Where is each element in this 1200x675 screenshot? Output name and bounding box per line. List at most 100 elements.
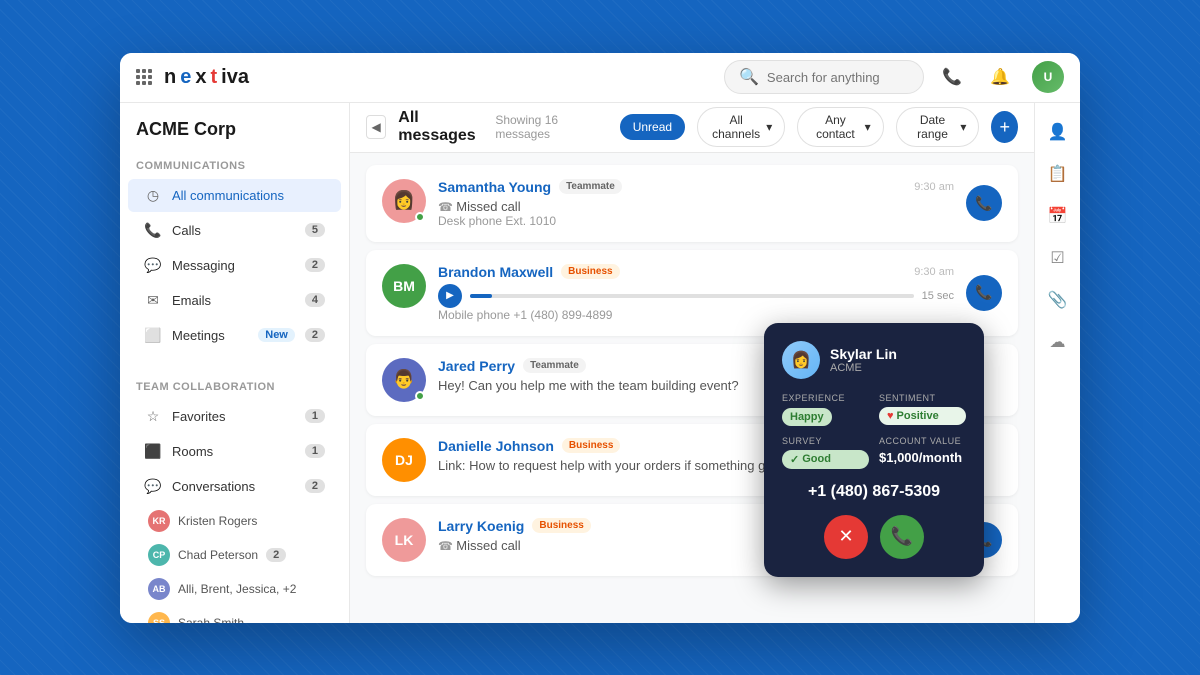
sidebar-item-meetings[interactable]: ⬜ Meetings New 2: [128, 319, 341, 352]
bell-icon[interactable]: 🔔: [984, 61, 1016, 93]
sub-sarah[interactable]: SS Sarah Smith: [120, 606, 349, 623]
communications-label: Communications: [120, 148, 349, 178]
samantha-name: Samantha Young: [438, 179, 551, 195]
popup-company: ACME: [830, 362, 897, 374]
right-sidebar: 👤 📋 📅 ☑ 📎 ☁: [1034, 103, 1080, 623]
samantha-time: 9:30 am: [914, 181, 954, 193]
sub-chad[interactable]: CP Chad Peterson 2: [120, 538, 349, 572]
brandon-initials: BM: [393, 278, 415, 294]
progress-bar[interactable]: [470, 294, 914, 298]
experience-cell: EXPERIENCE Happy: [782, 393, 869, 426]
meetings-icon: ⬜: [144, 327, 162, 344]
search-input[interactable]: [767, 70, 909, 85]
phone-icon[interactable]: 📞: [936, 61, 968, 93]
conversations-label: Conversations: [172, 479, 295, 494]
all-comms-icon: ◷: [144, 187, 162, 204]
message-card-samantha[interactable]: 👩 Samantha Young Teammate 9:30 am ☎ Miss…: [366, 165, 1018, 242]
top-nav: nextiva 🔍 📞 🔔 U: [120, 53, 1080, 103]
brandon-body: Brandon Maxwell Business 9:30 am ▶ 15 se…: [438, 264, 954, 322]
kristen-avatar: KR: [148, 510, 170, 532]
popup-phone: +1 (480) 867-5309: [782, 483, 966, 501]
samantha-line1: ☎ Missed call: [438, 199, 954, 214]
accept-btn[interactable]: 📞: [880, 515, 924, 559]
unread-filter-btn[interactable]: Unread: [620, 114, 685, 140]
popup-grid: EXPERIENCE Happy SENTIMENT ♥ Positive SU…: [782, 393, 966, 469]
popup-header: 👩 Skylar Lin ACME: [782, 341, 966, 379]
search-bar[interactable]: 🔍: [724, 60, 924, 94]
main-body: ACME Corp Communications ◷ All communica…: [120, 103, 1080, 623]
conversations-icon: 💬: [144, 478, 162, 495]
content-subtitle: Showing 16 messages: [495, 113, 595, 141]
grid-menu-icon[interactable]: [136, 69, 152, 85]
channels-chevron-icon: ▾: [766, 120, 772, 134]
right-icon-clipboard[interactable]: 📋: [1041, 157, 1075, 191]
channels-filter-btn[interactable]: All channels ▾: [697, 107, 785, 147]
add-button[interactable]: +: [991, 111, 1018, 143]
sidebar-item-emails[interactable]: ✉ Emails 4: [128, 284, 341, 317]
brandon-time: 9:30 am: [914, 266, 954, 278]
larry-initials: LK: [395, 532, 414, 548]
sidebar-item-calls[interactable]: 📞 Calls 5: [128, 214, 341, 247]
vm-duration: 15 sec: [922, 290, 954, 302]
contact-filter-btn[interactable]: Any contact ▾: [797, 107, 883, 147]
date-chevron-icon: ▾: [960, 120, 966, 134]
kristen-label: Kristen Rogers: [178, 514, 257, 528]
date-filter-btn[interactable]: Date range ▾: [896, 107, 980, 147]
calls-badge: 5: [305, 223, 325, 237]
sidebar-item-conversations[interactable]: 💬 Conversations 2: [128, 470, 341, 503]
play-btn[interactable]: ▶: [438, 284, 462, 308]
samantha-tag: Teammate: [559, 179, 622, 194]
brandon-tag: Business: [561, 264, 619, 279]
chad-label: Chad Peterson: [178, 548, 258, 562]
survey-value: ✓ Good: [782, 450, 869, 469]
sidebar: ACME Corp Communications ◷ All communica…: [120, 103, 350, 623]
accept-icon: 📞: [891, 526, 913, 547]
sarah-label: Sarah Smith: [178, 616, 244, 623]
sidebar-item-favorites[interactable]: ☆ Favorites 1: [128, 400, 341, 433]
right-icon-checklist[interactable]: ☑: [1041, 241, 1075, 275]
check-icon: ✓: [790, 453, 799, 466]
larry-name: Larry Koenig: [438, 518, 524, 534]
sidebar-header: ACME Corp: [120, 103, 349, 148]
right-icon-cloud[interactable]: ☁: [1041, 325, 1075, 359]
survey-label: SURVEY: [782, 436, 869, 446]
messaging-label: Messaging: [172, 258, 295, 273]
larry-call-icon: ☎: [438, 539, 456, 553]
experience-label: EXPERIENCE: [782, 393, 869, 403]
brandon-call-btn[interactable]: 📞: [966, 275, 1002, 311]
team-label: Team collaboration: [120, 369, 349, 399]
sidebar-item-rooms[interactable]: ⬛ Rooms 1: [128, 435, 341, 468]
decline-icon: ✕: [838, 526, 853, 547]
account-cell: ACCOUNT VALUE $1,000/month: [879, 436, 966, 469]
favorites-label: Favorites: [172, 409, 295, 424]
right-icon-calendar[interactable]: 📅: [1041, 199, 1075, 233]
toggle-sidebar-btn[interactable]: ◀: [366, 115, 386, 139]
brandon-name: Brandon Maxwell: [438, 264, 553, 280]
content-area: ◀ All messages Showing 16 messages Unrea…: [350, 103, 1034, 623]
sentiment-label: SENTIMENT: [879, 393, 966, 403]
sidebar-item-messaging[interactable]: 💬 Messaging 2: [128, 249, 341, 282]
samantha-call-btn[interactable]: 📞: [966, 185, 1002, 221]
decline-btn[interactable]: ✕: [824, 515, 868, 559]
all-comms-label: All communications: [172, 188, 325, 203]
right-icon-paperclip[interactable]: 📎: [1041, 283, 1075, 317]
popup-actions: ✕ 📞: [782, 515, 966, 559]
meetings-new-badge: New: [258, 328, 295, 342]
meetings-badge: 2: [305, 328, 325, 342]
samantha-body: Samantha Young Teammate 9:30 am ☎ Missed…: [438, 179, 954, 228]
samantha-avatar: 👩: [382, 179, 426, 223]
sentiment-cell: SENTIMENT ♥ Positive: [879, 393, 966, 426]
sidebar-item-all-comms[interactable]: ◷ All communications: [128, 179, 341, 212]
logo: nextiva: [164, 66, 249, 89]
survey-cell: SURVEY ✓ Good: [782, 436, 869, 469]
sub-alli[interactable]: AB Alli, Brent, Jessica, +2: [120, 572, 349, 606]
danielle-name: Danielle Johnson: [438, 438, 554, 454]
sentiment-value: ♥ Positive: [879, 407, 966, 425]
jared-avatar: 👨: [382, 358, 426, 402]
right-icon-person[interactable]: 👤: [1041, 115, 1075, 149]
sub-kristen[interactable]: KR Kristen Rogers: [120, 504, 349, 538]
user-avatar[interactable]: U: [1032, 61, 1064, 93]
rooms-icon: ⬛: [144, 443, 162, 460]
jared-tag: Teammate: [523, 358, 586, 373]
account-label: ACCOUNT VALUE: [879, 436, 966, 446]
